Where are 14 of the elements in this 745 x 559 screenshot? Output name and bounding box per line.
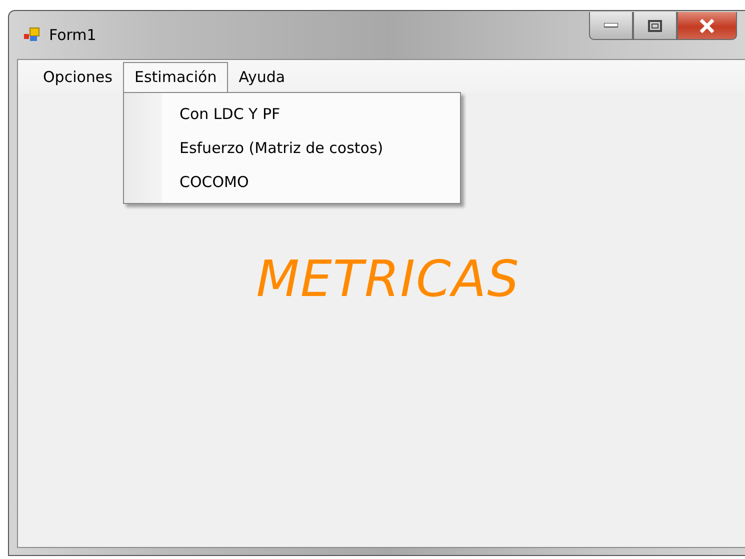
menu-item[interactable]: Ayuda [228,62,296,92]
maximize-button[interactable] [633,12,677,40]
maximize-icon [648,20,662,32]
minimize-icon [604,23,618,28]
app-icon [23,27,41,43]
close-icon [699,18,715,32]
close-button[interactable] [677,12,737,40]
menu-item[interactable]: Opciones [32,62,124,92]
heading: METRICAS [256,250,520,308]
window-title: Form1 [49,26,96,44]
dropdown-item[interactable]: COCOMO [179,165,384,199]
dropdown-item[interactable]: Esfuerzo (Matriz de costos) [179,131,384,165]
minimize-button[interactable] [589,12,633,40]
dropdown-item[interactable]: Con LDC Y PF [179,97,384,131]
